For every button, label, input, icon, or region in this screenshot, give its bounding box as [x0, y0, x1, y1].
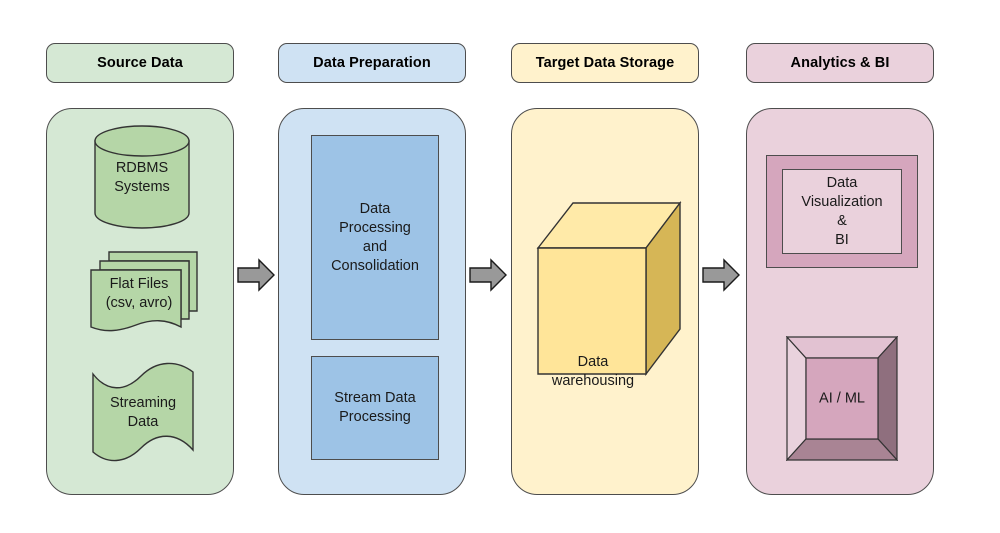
node-label: Data Visualization & BI: [801, 174, 883, 248]
stage-header-label: Source Data: [97, 55, 183, 71]
stage-container-source-data: RDBMS Systems Flat Files (csv, avro) Str…: [46, 108, 234, 495]
arrow-storage-to-analytics: [702, 258, 740, 292]
node-label: Flat Files (csv, avro): [105, 276, 173, 312]
node-data-visualization-bi[interactable]: Data Visualization & BI: [766, 155, 918, 268]
node-label: Streaming Data: [109, 395, 177, 430]
stage-header-label: Data Preparation: [313, 55, 431, 71]
node-ai-ml[interactable]: AI / ML: [786, 336, 898, 461]
stage-header-label: Analytics & BI: [790, 55, 890, 71]
node-flat-files[interactable]: Flat Files (csv, avro): [88, 249, 200, 343]
node-label: Stream Data Processing: [334, 390, 416, 425]
stage-header-source-data[interactable]: Source Data: [46, 43, 234, 83]
diagram-canvas: Source Data RDBMS Systems Flat Files (cs…: [0, 0, 1000, 533]
node-label: Data warehousing: [551, 354, 635, 389]
stage-header-label: Target Data Storage: [535, 55, 675, 71]
node-streaming-data[interactable]: Streaming Data: [91, 362, 195, 464]
cube-3d-shape-icon: [536, 201, 682, 376]
stage-header-target-data-storage[interactable]: Target Data Storage: [511, 43, 699, 83]
arrow-prep-to-storage: [469, 258, 507, 292]
stage-container-data-preparation: Data Processing and Consolidation Stream…: [278, 108, 466, 495]
node-data-processing-consolidation[interactable]: Data Processing and Consolidation: [311, 135, 439, 340]
node-data-warehousing[interactable]: Data warehousing: [536, 201, 682, 389]
stage-header-data-preparation[interactable]: Data Preparation: [278, 43, 466, 83]
stage-container-analytics-bi: Data Visualization & BI AI / ML: [746, 108, 934, 495]
node-stream-data-processing[interactable]: Stream Data Processing: [311, 356, 439, 460]
arrow-right-icon: [237, 258, 275, 292]
stage-container-target-data-storage: Data warehousing: [511, 108, 699, 495]
node-rdbms-systems[interactable]: RDBMS Systems: [94, 125, 190, 229]
node-label: RDBMS Systems: [114, 159, 170, 195]
arrow-right-icon: [469, 258, 507, 292]
arrow-source-to-prep: [237, 258, 275, 292]
node-label: Data Processing and Consolidation: [331, 200, 419, 274]
node-label: AI / ML: [819, 390, 865, 406]
arrow-right-icon: [702, 258, 740, 292]
frame-inner-panel: Data Visualization & BI: [782, 169, 902, 254]
stage-header-analytics-bi[interactable]: Analytics & BI: [746, 43, 934, 83]
